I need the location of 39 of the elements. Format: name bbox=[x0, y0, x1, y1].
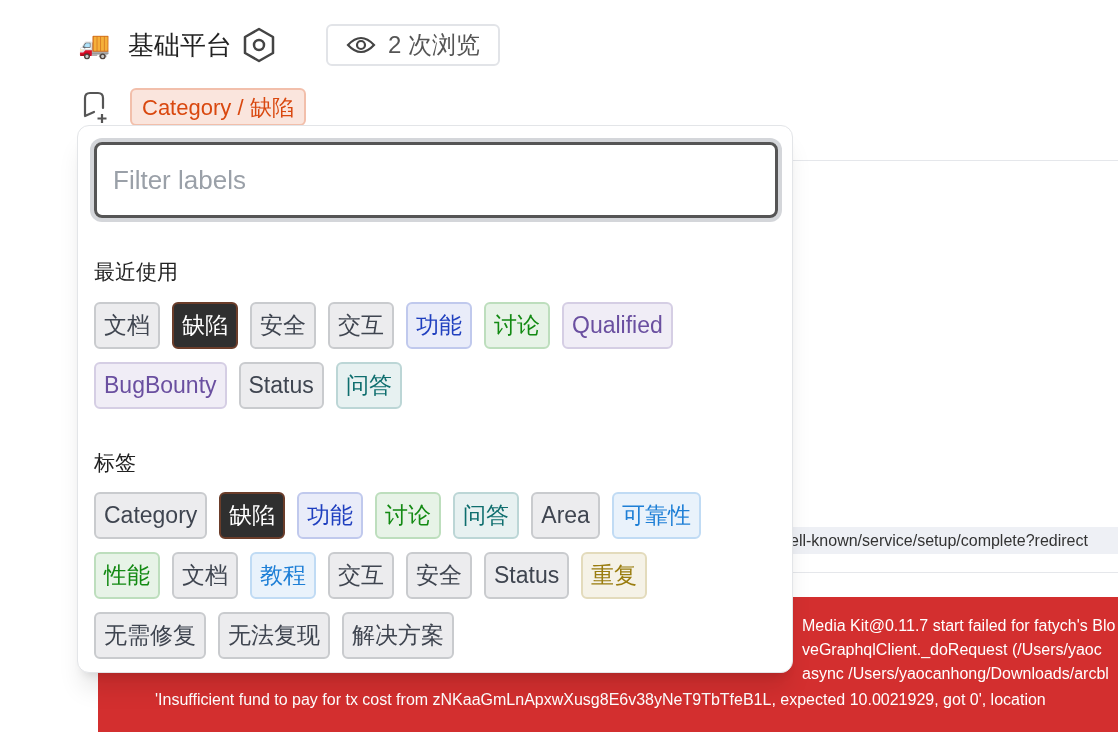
label-chip[interactable]: Category bbox=[94, 492, 208, 539]
label-chip[interactable]: 问答 bbox=[453, 492, 520, 539]
label-chip[interactable]: 文档 bbox=[172, 552, 238, 599]
error-text: Media Kit@0.11.7 start failed for fatych's Blo bbox=[802, 616, 1116, 636]
label-chip[interactable]: 交互 bbox=[328, 301, 394, 349]
error-text: 'Insufficient fund to pay for tx cost from zNKaaGmLnApxwXusg8E6v38yNeT9TbTfeB1L, expected 10.0021929, got 0', location bbox=[155, 690, 1046, 710]
label-chip[interactable]: 缺陷 bbox=[219, 492, 286, 539]
section-heading: 最近使用 bbox=[94, 259, 179, 285]
label-chip[interactable]: 可靠性 bbox=[611, 492, 701, 539]
page-title: 基础平台 bbox=[128, 28, 232, 62]
label-chip[interactable]: 解决方案 bbox=[342, 612, 454, 659]
label-chip[interactable]: Status bbox=[484, 552, 570, 599]
label-chip[interactable]: 讨论 bbox=[484, 301, 550, 349]
label-chip[interactable]: 文档 bbox=[94, 301, 160, 349]
settings-icon[interactable] bbox=[242, 27, 276, 63]
error-text: veGraphqlClient._doRequest (/Users/yaoc bbox=[802, 640, 1102, 660]
label-chip[interactable]: 性能 bbox=[94, 552, 160, 599]
eye-icon bbox=[346, 35, 376, 55]
label-chip[interactable]: 问答 bbox=[335, 361, 402, 409]
label-chip[interactable]: 安全 bbox=[250, 301, 316, 349]
error-text: async /Users/yaocanhong/Downloads/arcbl bbox=[802, 664, 1109, 684]
truck-icon: 🚚 bbox=[78, 32, 110, 58]
label-tag: Category / 缺陷 bbox=[130, 88, 306, 126]
label-chip[interactable]: Area bbox=[531, 492, 600, 539]
label-chip[interactable]: 功能 bbox=[406, 301, 472, 349]
label-chip[interactable]: 安全 bbox=[406, 552, 472, 599]
label-chip[interactable]: 教程 bbox=[250, 552, 316, 599]
label-chip[interactable]: BugBounty bbox=[94, 361, 227, 409]
label-chip[interactable]: 交互 bbox=[328, 552, 394, 599]
label-chip[interactable]: Qualified bbox=[562, 301, 673, 349]
label-chip[interactable]: Status bbox=[238, 361, 324, 409]
label-chip[interactable]: 讨论 bbox=[375, 492, 442, 539]
views-badge: 2 次浏览 bbox=[326, 24, 500, 66]
label-chip[interactable]: 无法复现 bbox=[218, 612, 330, 659]
label-chip[interactable]: 功能 bbox=[297, 492, 364, 539]
section-heading: 标签 bbox=[94, 449, 137, 476]
label-chip[interactable]: 缺陷 bbox=[172, 301, 238, 349]
label-chip[interactable]: 无需修复 bbox=[94, 612, 206, 659]
label-chip[interactable]: 重复 bbox=[581, 552, 648, 599]
